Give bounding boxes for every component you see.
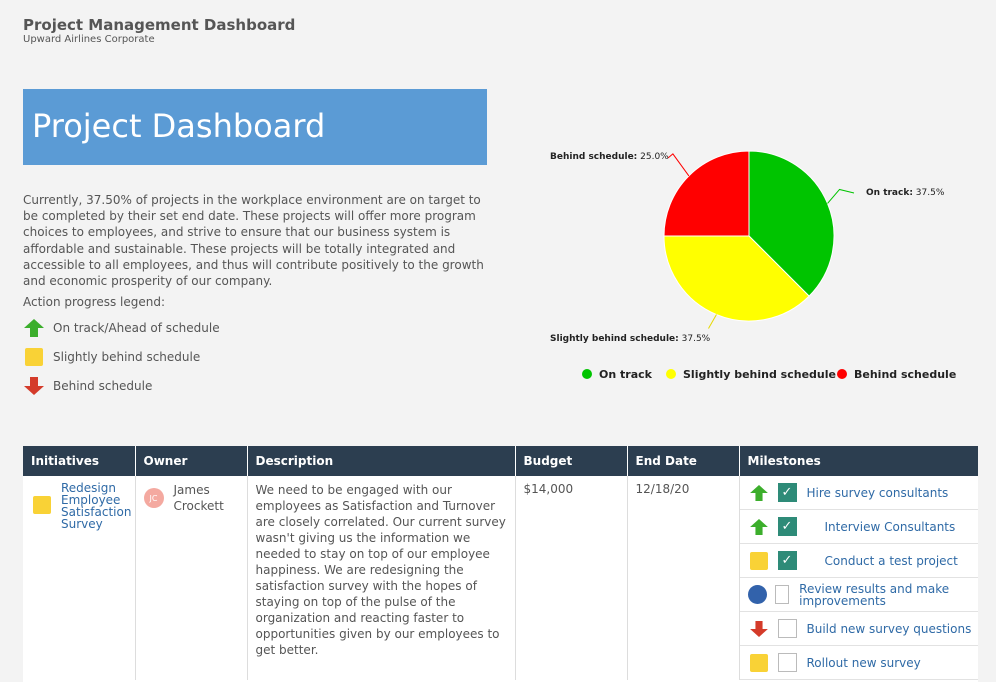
yellow-square-icon <box>23 346 45 368</box>
initiative-cell: Redesign Employee Satisfaction Survey <box>23 476 135 680</box>
milestone-item: Review results and make improvements <box>740 578 979 612</box>
app-title: Project Management Dashboard <box>23 16 295 34</box>
legend-entry[interactable]: Slightly behind schedule <box>683 368 836 381</box>
slice-callout-label: Slightly behind schedule: 37.5% <box>550 334 711 344</box>
legend-label: On track/Ahead of schedule <box>53 321 220 335</box>
legend-item-behind: Behind schedule <box>23 375 152 397</box>
milestone-item: ✓ Conduct a test project <box>740 544 979 578</box>
milestones-cell: ✓ Hire survey consultants ✓ Interview Co… <box>739 476 978 680</box>
milestone-link[interactable]: Hire survey consultants <box>807 487 949 499</box>
yellow-square-icon <box>748 652 770 674</box>
yellow-square-icon <box>748 550 770 572</box>
legend-swatch <box>666 369 676 379</box>
milestone-link[interactable]: Conduct a test project <box>825 555 958 567</box>
legend-label: Slightly behind schedule <box>53 350 200 364</box>
legend-entry[interactable]: On track <box>599 368 653 381</box>
down-arrow-icon <box>748 618 770 640</box>
milestone-checkbox[interactable] <box>778 619 797 638</box>
column-header[interactable]: End Date <box>627 446 739 476</box>
milestone-item: ✓ Hire survey consultants <box>740 476 979 510</box>
milestone-checkbox[interactable]: ✓ <box>778 551 797 570</box>
callout-line <box>828 189 854 203</box>
milestone-item: Build new survey questions <box>740 612 979 646</box>
column-header[interactable]: Initiatives <box>23 446 135 476</box>
pie-slice[interactable] <box>664 151 749 236</box>
initiative-link[interactable]: Redesign Employee Satisfaction Survey <box>61 482 131 530</box>
blue-circle-icon <box>748 584 767 606</box>
table-header-row: Initiatives Owner Description Budget End… <box>23 446 978 476</box>
initiatives-table: Initiatives Owner Description Budget End… <box>23 446 978 682</box>
column-header[interactable]: Owner <box>135 446 247 476</box>
legend-item-on-track: On track/Ahead of schedule <box>23 317 220 339</box>
milestone-checkbox[interactable]: ✓ <box>778 483 797 502</box>
end-date-cell: 12/18/20 <box>627 476 739 680</box>
callout-line <box>708 315 716 329</box>
owner-name: James Crockett <box>174 482 239 514</box>
owner-cell: JC James Crockett <box>135 476 247 680</box>
milestone-link[interactable]: Rollout new survey <box>807 657 921 669</box>
up-arrow-icon <box>748 482 770 504</box>
column-header[interactable]: Description <box>247 446 515 476</box>
milestone-item: Rollout new survey <box>740 646 979 680</box>
legend-swatch <box>837 369 847 379</box>
dashboard-banner: Project Dashboard <box>23 89 487 165</box>
legend-title: Action progress legend: <box>23 295 165 309</box>
up-arrow-icon <box>748 516 770 538</box>
legend-item-slightly-behind: Slightly behind schedule <box>23 346 200 368</box>
app-subtitle: Upward Airlines Corporate <box>23 34 155 45</box>
milestone-checkbox[interactable] <box>775 585 790 604</box>
description-cell: We need to be engaged with our employees… <box>247 476 515 680</box>
yellow-square-icon <box>33 496 51 514</box>
banner-title: Project Dashboard <box>32 107 325 145</box>
column-header[interactable]: Milestones <box>739 446 978 476</box>
milestone-link[interactable]: Interview Consultants <box>825 521 956 533</box>
legend-entry[interactable]: Behind schedule <box>854 368 956 381</box>
status-pie-chart: On track: 37.5% Slightly behind schedule:… <box>530 140 990 400</box>
column-header[interactable]: Budget <box>515 446 627 476</box>
avatar: JC <box>144 488 164 508</box>
slice-callout-label: On track: 37.5% <box>866 188 945 198</box>
legend-label: Behind schedule <box>53 379 152 393</box>
down-arrow-icon <box>23 375 45 397</box>
milestone-item: ✓ Interview Consultants <box>740 510 979 544</box>
milestone-link[interactable]: Build new survey questions <box>807 623 972 635</box>
milestone-link[interactable]: Review results and make improvements <box>799 583 978 607</box>
budget-cell: $14,000 <box>515 476 627 680</box>
legend-swatch <box>582 369 592 379</box>
slice-callout-label: Behind schedule: 25.0% <box>550 152 669 162</box>
milestone-checkbox[interactable] <box>778 653 797 672</box>
callout-line <box>668 154 689 176</box>
table-row: Redesign Employee Satisfaction Survey JC… <box>23 476 978 680</box>
up-arrow-icon <box>23 317 45 339</box>
milestone-checkbox[interactable]: ✓ <box>778 517 797 536</box>
intro-text: Currently, 37.50% of projects in the wor… <box>23 192 493 289</box>
